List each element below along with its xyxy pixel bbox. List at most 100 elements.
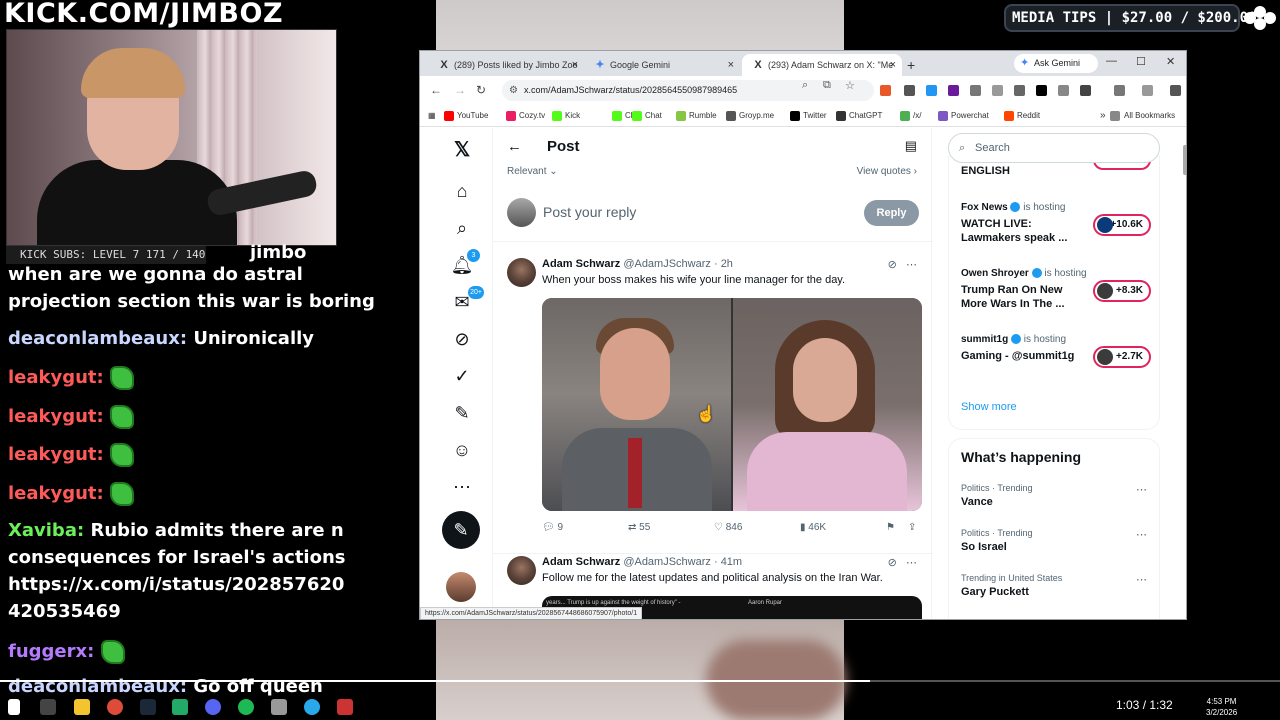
share-icon[interactable]: ⇪ xyxy=(908,522,916,533)
messages-icon[interactable]: ✉ 20+ xyxy=(440,284,484,320)
verified-icon[interactable]: ✓ xyxy=(440,358,484,394)
forward-icon[interactable]: → xyxy=(454,83,466,97)
bookmark-item[interactable]: Cozy.tv xyxy=(506,109,545,123)
site-info-icon[interactable]: ⚙ xyxy=(509,80,518,101)
trend-item[interactable]: Trending in United States Gary Puckett ⋯ xyxy=(961,573,1151,598)
chat-username[interactable]: leakygut: xyxy=(8,406,104,427)
media-icon[interactable] xyxy=(1170,85,1181,96)
compose-post-button[interactable]: ✎ xyxy=(442,511,480,549)
install-icon[interactable]: ⧉ xyxy=(823,79,831,92)
new-tab-button[interactable]: + xyxy=(907,54,915,76)
close-icon[interactable]: × xyxy=(890,54,896,76)
bookmark-item[interactable]: YouTube xyxy=(444,109,488,123)
steam-icon[interactable] xyxy=(140,699,156,715)
sort-dropdown[interactable]: Relevant ⌄ xyxy=(507,166,558,177)
show-more-link[interactable]: Show more xyxy=(961,401,1017,413)
account-avatar[interactable] xyxy=(446,572,476,602)
spotify-icon[interactable] xyxy=(238,699,254,715)
close-icon[interactable]: × xyxy=(572,54,578,76)
extension-icon[interactable] xyxy=(926,85,937,96)
trend-item[interactable]: Politics · Trending So Israel ⋯ xyxy=(961,528,1151,553)
search-input[interactable]: ⌕ Search xyxy=(948,133,1160,163)
close-window-button[interactable]: ✕ xyxy=(1166,55,1175,68)
extension-icon[interactable] xyxy=(1080,85,1091,96)
tab-liked-posts[interactable]: X (289) Posts liked by Jimbo Zoo × xyxy=(428,54,584,76)
live-item[interactable]: Owen Shroyer is hosting Trump Ran On New… xyxy=(961,268,1151,311)
file-explorer-icon[interactable] xyxy=(74,699,90,715)
system-clock[interactable]: 4:53 PM 3/2/2026 xyxy=(1206,696,1237,718)
reply-count[interactable]: 💬︎ 9 xyxy=(542,522,563,533)
tweet-time[interactable]: · 41m xyxy=(714,556,742,568)
notifications-icon[interactable]: 🔔︎ 3 xyxy=(440,247,484,283)
articles-icon[interactable]: ✎ xyxy=(440,395,484,431)
all-bookmarks[interactable]: All Bookmarks xyxy=(1110,109,1175,123)
telegram-icon[interactable] xyxy=(304,699,320,715)
home-icon[interactable]: ⌂ xyxy=(440,173,484,209)
app-icon[interactable] xyxy=(337,699,353,715)
reload-icon[interactable]: ↻ xyxy=(476,83,486,97)
tab-google-gemini[interactable]: ✦ Google Gemini × xyxy=(584,54,740,76)
more-icon[interactable]: ⋯ xyxy=(906,557,917,569)
scrollbar-thumb[interactable] xyxy=(1183,145,1186,175)
grok-icon[interactable]: ⊘ xyxy=(440,321,484,357)
tab-search-icon[interactable] xyxy=(1142,85,1153,96)
more-icon[interactable]: ⋯ xyxy=(440,469,484,505)
extension-icon[interactable] xyxy=(948,85,959,96)
minimize-button[interactable]: — xyxy=(1106,55,1117,67)
task-view-icon[interactable] xyxy=(40,699,56,715)
app-icon[interactable] xyxy=(172,699,188,715)
more-bookmarks-icon[interactable]: » xyxy=(1100,109,1106,123)
reply-button[interactable]: Reply xyxy=(864,200,919,226)
bookmark-item[interactable]: /x/ xyxy=(900,109,921,123)
side-panel-icon[interactable] xyxy=(1114,85,1125,96)
chat-username[interactable]: fuggerx: xyxy=(8,641,94,662)
back-icon[interactable]: ← xyxy=(430,83,442,97)
view-quotes-link[interactable]: View quotes › xyxy=(857,166,917,177)
extension-icon[interactable] xyxy=(970,85,981,96)
back-arrow-icon[interactable]: ← xyxy=(507,138,522,155)
ask-gemini-button[interactable]: ✦ Ask Gemini xyxy=(1014,54,1098,73)
more-icon[interactable]: ⋯ xyxy=(906,259,917,271)
chat-username[interactable]: leakygut: xyxy=(8,483,104,504)
bookmark-item[interactable]: Groyp.me xyxy=(726,109,774,123)
bookmark-item[interactable]: Reddit xyxy=(1004,109,1040,123)
photo-right[interactable] xyxy=(733,298,922,511)
x-logo-icon[interactable] xyxy=(1036,85,1047,96)
maximize-button[interactable]: ☐ xyxy=(1136,55,1146,68)
video-progress-bar[interactable] xyxy=(0,680,1280,682)
reply-input[interactable]: Post your reply xyxy=(543,204,636,220)
page-scrollbar[interactable] xyxy=(1182,137,1186,619)
bookmark-item[interactable]: Chat xyxy=(632,109,662,123)
bookmark-item[interactable]: Twitter xyxy=(790,109,827,123)
like-count[interactable]: ♡ 846 xyxy=(714,522,742,533)
search-icon[interactable]: ⌕ xyxy=(440,210,484,246)
bookmark-item[interactable]: ChatGPT xyxy=(836,109,882,123)
tweet[interactable]: Adam Schwarz @AdamJSchwarz · 2h ⊘ ⋯ When… xyxy=(493,258,933,548)
chat-username[interactable]: Xaviba: xyxy=(8,520,84,541)
tweet-time[interactable]: · 2h xyxy=(714,258,733,270)
trend-item[interactable]: Politics · Trending Vance ⋯ xyxy=(961,483,1151,508)
author-handle[interactable]: @AdamJSchwarz xyxy=(623,258,711,270)
live-item[interactable]: summit1g is hosting Gaming - @summit1g +… xyxy=(961,334,1151,368)
profile-icon[interactable]: ☺ xyxy=(440,432,484,468)
more-icon[interactable]: ⋯ xyxy=(1136,483,1147,496)
chrome-icon[interactable] xyxy=(107,699,123,715)
shield-icon[interactable] xyxy=(904,85,915,96)
bookmark-icon[interactable]: ⚑ xyxy=(886,522,895,533)
chat-username[interactable]: leakygut: xyxy=(8,444,104,465)
chat-username[interactable]: deaconlambeaux: xyxy=(8,328,187,349)
bookmark-item[interactable]: Kick xyxy=(552,109,580,123)
author-name[interactable]: Adam Schwarz xyxy=(542,258,620,270)
puzzle-icon[interactable] xyxy=(1014,85,1025,96)
windows-start-icon[interactable] xyxy=(8,699,20,715)
x-logo-icon[interactable]: 𝕏 xyxy=(440,132,484,168)
avatar[interactable] xyxy=(507,258,536,287)
reader-icon[interactable]: ▤ xyxy=(905,138,917,154)
app-icon[interactable] xyxy=(271,699,287,715)
more-icon[interactable]: ⋯ xyxy=(1136,528,1147,541)
live-item[interactable]: Fox News is hosting WATCH LIVE: Lawmaker… xyxy=(961,202,1151,245)
bookmark-item[interactable]: Rumble xyxy=(676,109,717,123)
view-count[interactable]: ▮ 46K xyxy=(800,522,826,533)
discord-icon[interactable] xyxy=(205,699,221,715)
avatar[interactable] xyxy=(507,556,536,585)
